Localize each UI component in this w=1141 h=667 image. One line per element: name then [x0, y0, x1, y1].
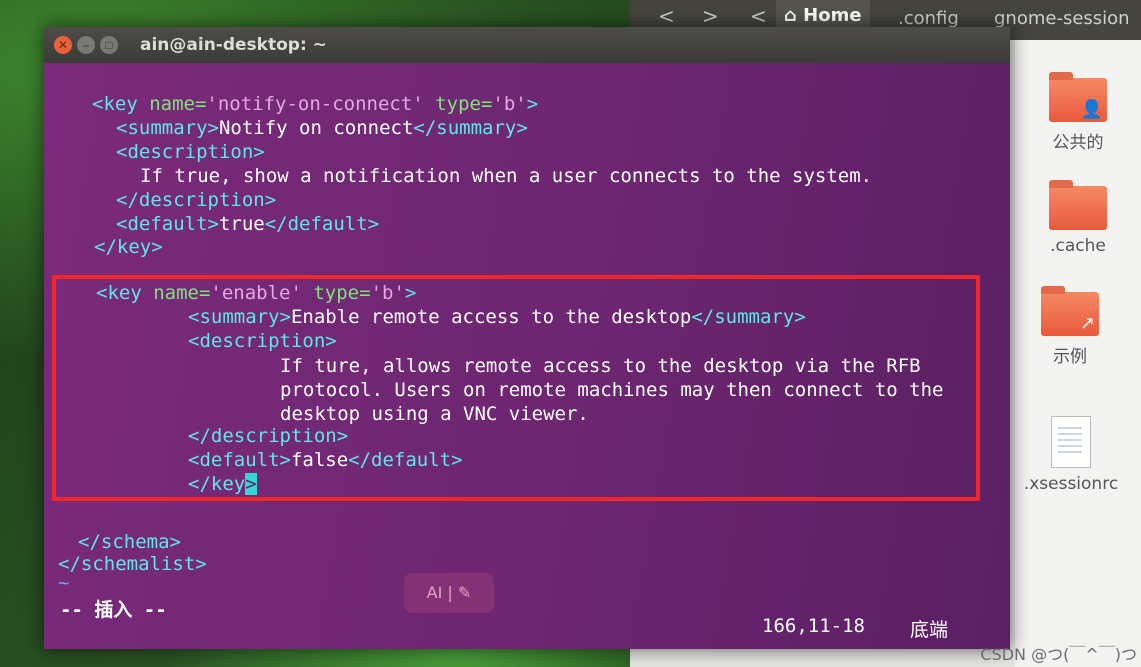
code-line: desktop using a VNC viewer. — [280, 403, 589, 425]
file-name: .xsessionrc — [1023, 474, 1119, 494]
code-line: <default>true</default> — [116, 213, 380, 235]
code-line: </schemalist> — [58, 553, 207, 575]
code-line: <default>false</default> — [188, 449, 463, 471]
ai-assistant-overlay[interactable]: AI | ✎ — [404, 573, 494, 613]
terminal-titlebar[interactable]: ✕ – □ ain@ain-desktop: ~ — [44, 27, 1010, 63]
code-line: If ture, allows remote access to the des… — [280, 355, 921, 377]
file-name: .cache — [1050, 236, 1106, 256]
code-line: </description> — [188, 425, 349, 447]
file-item[interactable]: .cache — [1023, 180, 1133, 256]
scroll-position: 底端 — [910, 619, 949, 641]
code-line: </key> — [94, 236, 163, 258]
terminal-window: ✕ – □ ain@ain-desktop: ~ <key name='noti… — [44, 27, 1010, 649]
code-line: <description> — [188, 330, 337, 352]
file-item[interactable]: 👤 公共的 — [1023, 72, 1133, 153]
code-line: <key name='notify-on-connect' type='b'> — [92, 93, 539, 115]
terminal-screen[interactable]: <key name='notify-on-connect' type='b'> … — [44, 63, 1010, 649]
code-line: If true, show a notification when a user… — [140, 165, 873, 187]
cursor-position: 166,11-18 — [762, 615, 865, 637]
breadcrumb-prev-icon[interactable]: < — [750, 4, 767, 28]
folder-public-icon: 👤 — [1049, 72, 1107, 122]
code-line: </schema> — [78, 531, 181, 553]
code-line: </description> — [116, 189, 277, 211]
file-manager-content: 👤 公共的 .cache ↗ 示例 .xsessionrc — [1015, 40, 1141, 667]
minimize-button[interactable]: – — [77, 36, 95, 54]
code-line: <description> — [116, 141, 265, 163]
code-line: </key> — [188, 473, 257, 495]
close-icon: ✕ — [57, 38, 69, 52]
maximize-icon: □ — [105, 38, 113, 52]
minimize-icon: – — [82, 38, 90, 52]
code-line: <summary>Notify on connect</summary> — [116, 117, 528, 139]
file-item[interactable]: ↗ 示例 — [1015, 286, 1125, 367]
file-item[interactable]: .xsessionrc — [1009, 416, 1133, 494]
watermark: CSDN @つ(￣^￣)つ — [980, 645, 1137, 664]
close-button[interactable]: ✕ — [54, 36, 72, 54]
terminal-title: ain@ain-desktop: ~ — [140, 35, 327, 55]
home-icon: ⌂ — [784, 5, 804, 26]
breadcrumb-gnome-session[interactable]: gnome-session — [994, 8, 1130, 29]
file-name: 公共的 — [1052, 133, 1104, 153]
text-file-icon — [1051, 416, 1091, 468]
maximize-button[interactable]: □ — [100, 36, 118, 54]
folder-link-icon: ↗ — [1041, 286, 1099, 336]
code-line: <key name='enable' type='b'> — [96, 282, 417, 304]
vim-mode-indicator: -- 插入 -- — [60, 599, 167, 621]
folder-icon — [1049, 180, 1107, 230]
tilde-line: ~ — [58, 572, 70, 594]
forward-icon[interactable]: > — [702, 4, 719, 28]
back-icon[interactable]: < — [658, 4, 675, 28]
file-name: 示例 — [1053, 347, 1087, 367]
text-cursor: > — [245, 473, 257, 495]
breadcrumb-config[interactable]: .config — [898, 8, 959, 29]
code-line: <summary>Enable remote access to the des… — [188, 306, 806, 328]
code-line: protocol. Users on remote machines may t… — [280, 379, 944, 401]
